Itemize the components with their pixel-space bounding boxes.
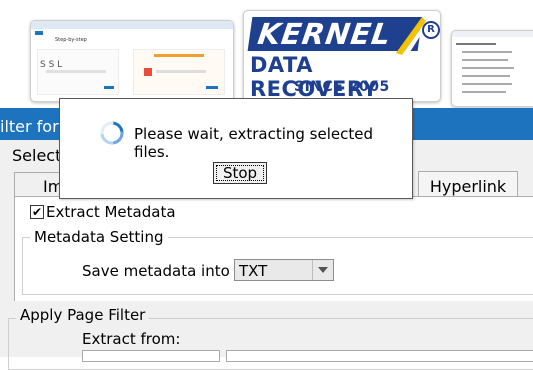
thumb1-line2 [156,70,206,73]
thumb3-line3 [462,59,508,61]
thumb1-accent [154,54,204,57]
thumb1-line [46,70,106,73]
tab-hyperlink[interactable]: Hyperlink [418,171,518,197]
logo-since: SINCE 2005 [294,79,390,95]
thumb1-btn2 [206,86,218,89]
thumbnail-2-kernel-logo[interactable]: KERNEL R DATA RECOVERY SINCE 2005 [243,10,441,102]
registered-mark-icon: R [422,21,440,39]
thumb-logo [35,31,43,35]
extract-metadata-label[interactable]: Extract Metadata [46,203,176,221]
thumb1-panel-left: S S L [37,49,119,95]
save-metadata-label: Save metadata into : [82,262,240,280]
thumb3-line1 [456,43,496,45]
progress-message: Please wait, extracting selected files. [134,125,373,161]
loading-spinner-icon [100,121,124,145]
thumb3-line4 [462,67,514,69]
thumb3-line7 [462,91,506,93]
stop-button[interactable]: Stop [213,162,267,184]
extract-from-field[interactable] [226,350,533,362]
thumb3-line2 [462,51,512,53]
thumb1-panel-right [133,49,225,95]
extract-metadata-checkbox[interactable]: ✔ [30,205,44,219]
chevron-down-icon[interactable] [312,260,333,280]
progress-modal: Please wait, extracting selected files. … [59,98,413,199]
thumb1-heading: Step-by-step [55,37,87,43]
thumbnail-strip: Step-by-step S S L KERNEL R DATA RECOVER… [0,0,533,107]
thumb1-icon [144,68,152,76]
extract-from-label: Extract from: [82,330,181,348]
logo-swoosh-icon [396,17,426,55]
thumb3-line5 [462,75,510,77]
metadata-setting-legend: Metadata Setting [30,228,168,246]
thumb1-btn [104,86,114,89]
page-filter-legend: Apply Page Filter [16,306,150,324]
thumbnail-1[interactable]: Step-by-step S S L [30,20,234,102]
thumbnail-3[interactable] [451,30,533,107]
thumbnail-header [452,31,533,37]
thumb1-panel-text: S S L [40,60,63,70]
thumb3-line6 [462,83,512,85]
save-metadata-select[interactable]: TXT [234,259,334,281]
save-metadata-value: TXT [239,262,268,280]
extract-from-select[interactable] [82,350,220,362]
thumbnail-header [31,21,233,29]
